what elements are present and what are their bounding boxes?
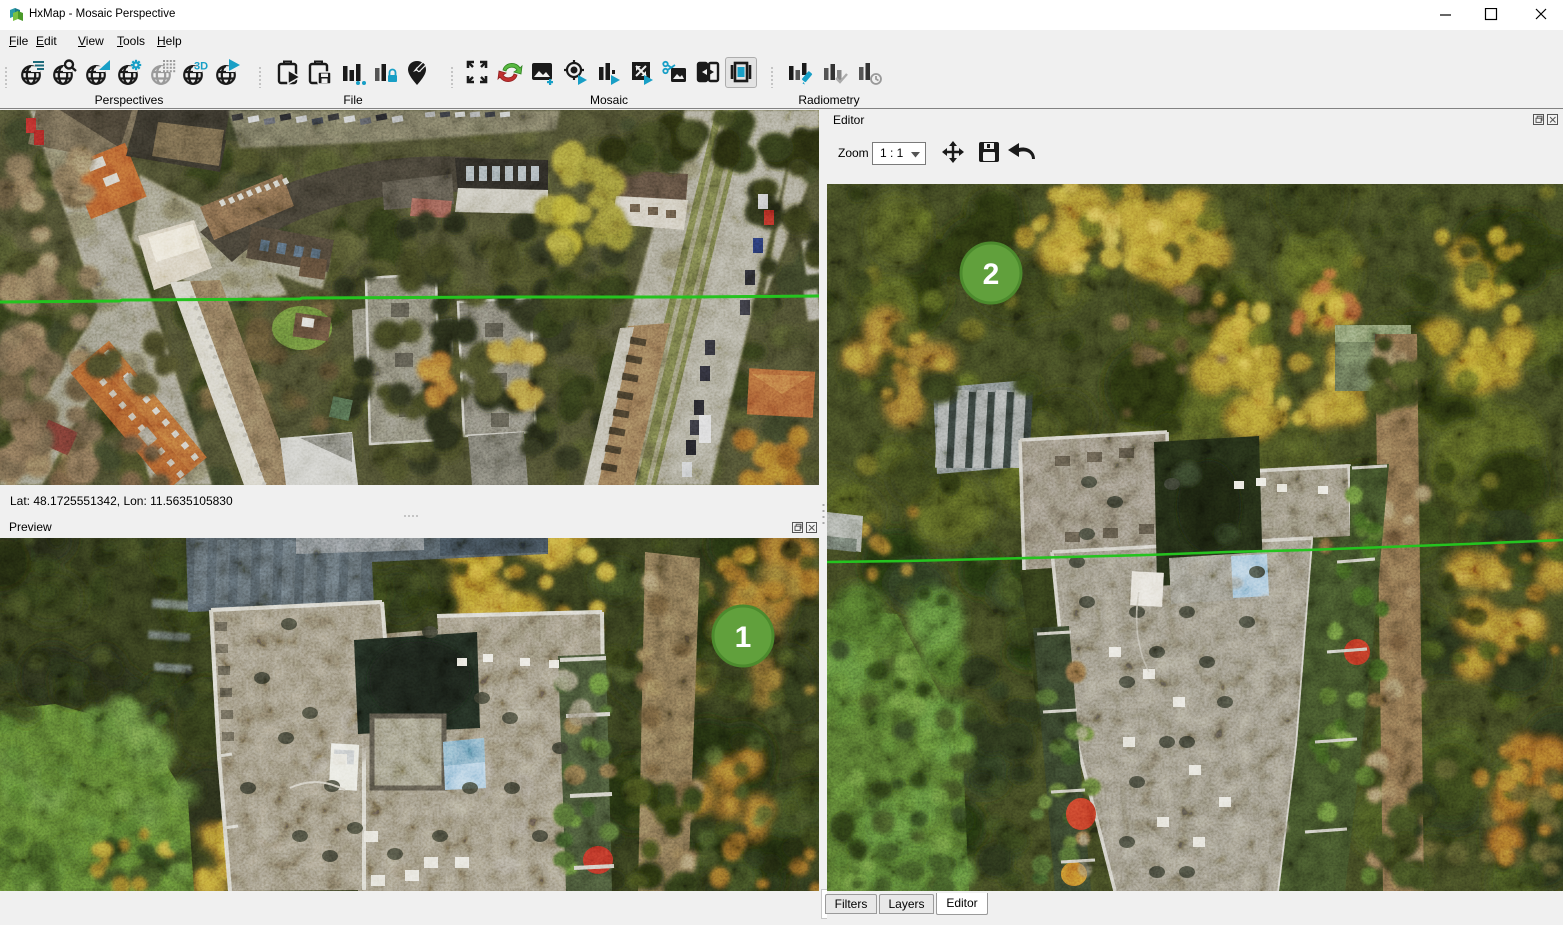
svg-text:2: 2 [983, 258, 1000, 291]
svg-text:1: 1 [735, 621, 752, 654]
svg-text:3D: 3D [194, 61, 208, 73]
